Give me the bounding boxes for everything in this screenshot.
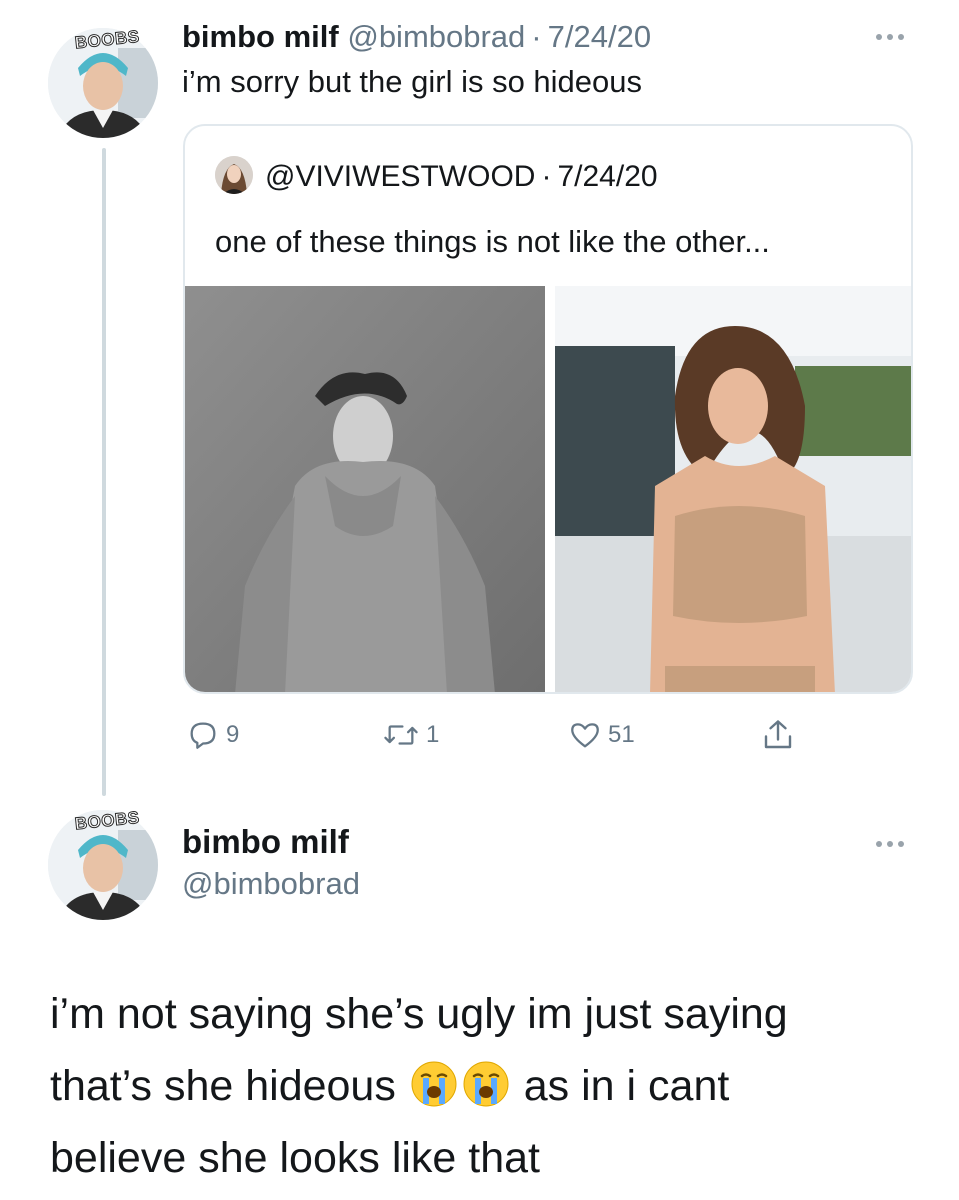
woman-in-tan-outfit-photo[interactable] — [555, 286, 911, 692]
reply-button[interactable]: 9 — [186, 713, 239, 757]
separator: · — [531, 19, 542, 54]
handle[interactable]: @bimbobrad — [347, 19, 525, 54]
display-name[interactable]: bimbo milf — [182, 19, 339, 54]
share-button[interactable] — [760, 713, 796, 757]
reply-count: 9 — [226, 721, 240, 748]
quoted-handle[interactable]: @VIVIWESTWOOD — [265, 160, 535, 193]
quoted-tweet-card[interactable]: @VIVIWESTWOOD · 7/24/20 one of these thing… — [183, 124, 913, 694]
action-bar: 9 1 51 — [0, 713, 959, 757]
tweet-text: i’m not saying she’s ugly im just saying… — [50, 978, 930, 1194]
tweet-text-line: that’s she hideous as in i cant — [50, 1050, 930, 1122]
reply-icon — [190, 722, 216, 749]
like-icon — [571, 723, 599, 748]
tweet-text-segment: as in i cant — [523, 1062, 730, 1110]
timestamp[interactable]: 7/24/20 — [548, 19, 651, 54]
retweet-count: 1 — [426, 721, 440, 748]
loudly-crying-face-icon — [463, 1061, 509, 1107]
tweet-text-line: i’m not saying she’s ugly im just saying — [50, 990, 788, 1038]
tweet-text: i’m sorry but the girl is so hideous — [182, 64, 643, 99]
loudly-crying-face-icon — [411, 1061, 457, 1107]
quoted-header: @VIVIWESTWOOD · 7/24/20 — [265, 158, 658, 196]
ellipsis-icon[interactable] — [876, 31, 906, 41]
man-in-gray-hoodie-photo[interactable] — [185, 286, 545, 692]
thread-line — [102, 148, 106, 796]
quoted-timestamp[interactable]: 7/24/20 — [557, 160, 657, 193]
tweet-text-segment: that’s she hideous — [50, 1062, 396, 1110]
ellipsis-icon[interactable] — [876, 838, 906, 848]
quoted-media — [185, 286, 911, 692]
share-icon — [764, 720, 792, 749]
like-button[interactable]: 51 — [568, 713, 635, 757]
retweet-icon — [384, 725, 418, 745]
handle[interactable]: @bimbobrad — [182, 864, 360, 904]
display-name[interactable]: bimbo milf — [182, 822, 349, 862]
quoted-text: one of these things is not like the othe… — [215, 224, 770, 259]
like-count: 51 — [608, 721, 635, 748]
separator: · — [541, 160, 552, 193]
quoted-avatar[interactable] — [215, 156, 253, 194]
retweet-button[interactable]: 1 — [382, 713, 439, 757]
tweet-header: bimbo milf @bimbobrad · 7/24/20 — [182, 18, 651, 56]
tweet-text-line: believe she looks like that — [50, 1134, 541, 1182]
